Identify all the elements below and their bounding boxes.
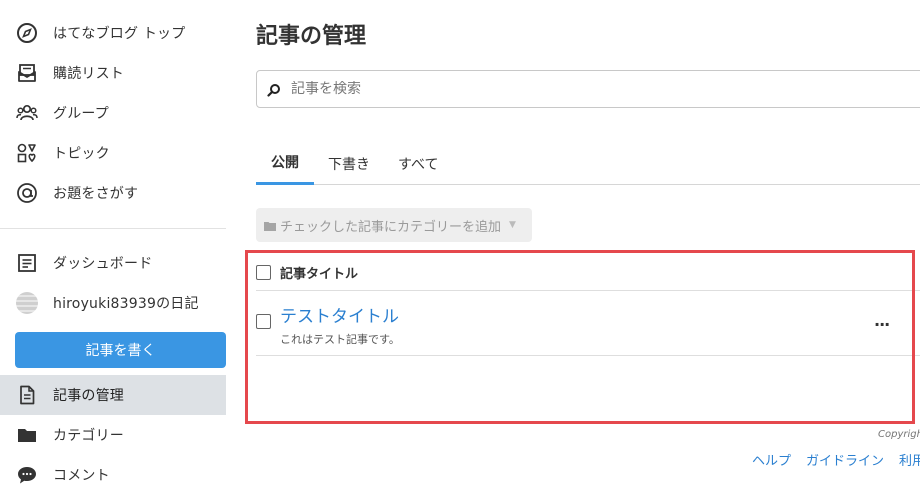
sidebar: はてなブログ トップ 購読リスト グループ トピック お題をさがす ダッシュボー… [0, 0, 240, 500]
avatar [16, 292, 38, 314]
sidebar-item-blog[interactable]: hiroyuki83939の日記 [0, 283, 226, 323]
folder-icon [16, 424, 38, 446]
sidebar-item-label: 購読リスト [53, 66, 124, 82]
article-excerpt: これはテスト記事です。 [280, 333, 400, 346]
sidebar-item-category[interactable]: カテゴリー [0, 415, 226, 455]
more-options-icon[interactable]: ... [874, 311, 890, 330]
sidebar-item-label: カテゴリー [53, 428, 124, 444]
page-title: 記事の管理 [256, 24, 367, 49]
sidebar-item-label: コメント [53, 468, 110, 484]
sidebar-item-comment[interactable]: コメント [0, 455, 226, 495]
footer-links: ヘルプ ガイドライン 利用規約 [752, 450, 920, 469]
group-icon [16, 102, 38, 124]
footer-link-help[interactable]: ヘルプ [752, 450, 791, 469]
comment-icon [16, 464, 38, 486]
sidebar-item-label: トピック [53, 146, 110, 162]
search-input[interactable] [291, 81, 891, 97]
sidebar-item-label: グループ [53, 106, 109, 122]
reader-icon [16, 62, 38, 84]
footer-link-terms[interactable]: 利用規約 [899, 450, 920, 469]
sidebar-item-reader[interactable]: 購読リスト [0, 53, 226, 93]
footer-link-guidelines[interactable]: ガイドライン [806, 450, 884, 469]
document-icon [16, 384, 38, 406]
row-checkbox[interactable] [256, 314, 271, 329]
search-box[interactable] [256, 70, 920, 108]
write-article-button[interactable]: 記事を書く [15, 332, 226, 368]
tab-published[interactable]: 公開 [256, 142, 314, 185]
sidebar-item-dashboard[interactable]: ダッシュボード [0, 243, 226, 283]
table-row: テストタイトル これはテスト記事です。 ... [256, 291, 920, 356]
topic-shapes-icon [16, 142, 38, 164]
article-status-tabs: 公開 下書き すべて [256, 142, 920, 185]
select-all-checkbox[interactable] [256, 265, 271, 280]
sidebar-item-topic[interactable]: トピック [0, 133, 226, 173]
sidebar-item-label: 記事の管理 [53, 388, 124, 404]
sidebar-item-label: お題をさがす [53, 186, 139, 202]
article-title-link[interactable]: テストタイトル [280, 302, 399, 327]
folder-icon [264, 220, 276, 231]
tab-all[interactable]: すべて [384, 142, 452, 185]
tab-drafts[interactable]: 下書き [314, 142, 384, 185]
sidebar-divider [0, 228, 226, 229]
search-icon [267, 82, 281, 97]
chevron-down-icon: ▼ [509, 220, 516, 230]
copyright-text: Copyright [878, 429, 920, 440]
sidebar-item-manage-articles[interactable]: 記事の管理 [0, 375, 226, 415]
add-category-button[interactable]: チェックした記事にカテゴリーを追加 ▼ [256, 208, 532, 242]
dashboard-icon [16, 252, 38, 274]
add-category-label: チェックした記事にカテゴリーを追加 [280, 219, 502, 235]
compass-icon [16, 22, 38, 44]
sidebar-item-label: hiroyuki83939の日記 [53, 296, 199, 312]
sidebar-item-group[interactable]: グループ [0, 93, 226, 133]
sidebar-item-find-theme[interactable]: お題をさがす [0, 173, 226, 213]
sidebar-item-hatena-top[interactable]: はてなブログ トップ [0, 13, 226, 53]
column-header-title: 記事タイトル [280, 267, 359, 282]
sidebar-item-label: はてなブログ トップ [53, 26, 186, 42]
at-theme-icon [16, 182, 38, 204]
sidebar-item-label: ダッシュボード [53, 256, 153, 272]
table-header: 記事タイトル [256, 255, 920, 291]
